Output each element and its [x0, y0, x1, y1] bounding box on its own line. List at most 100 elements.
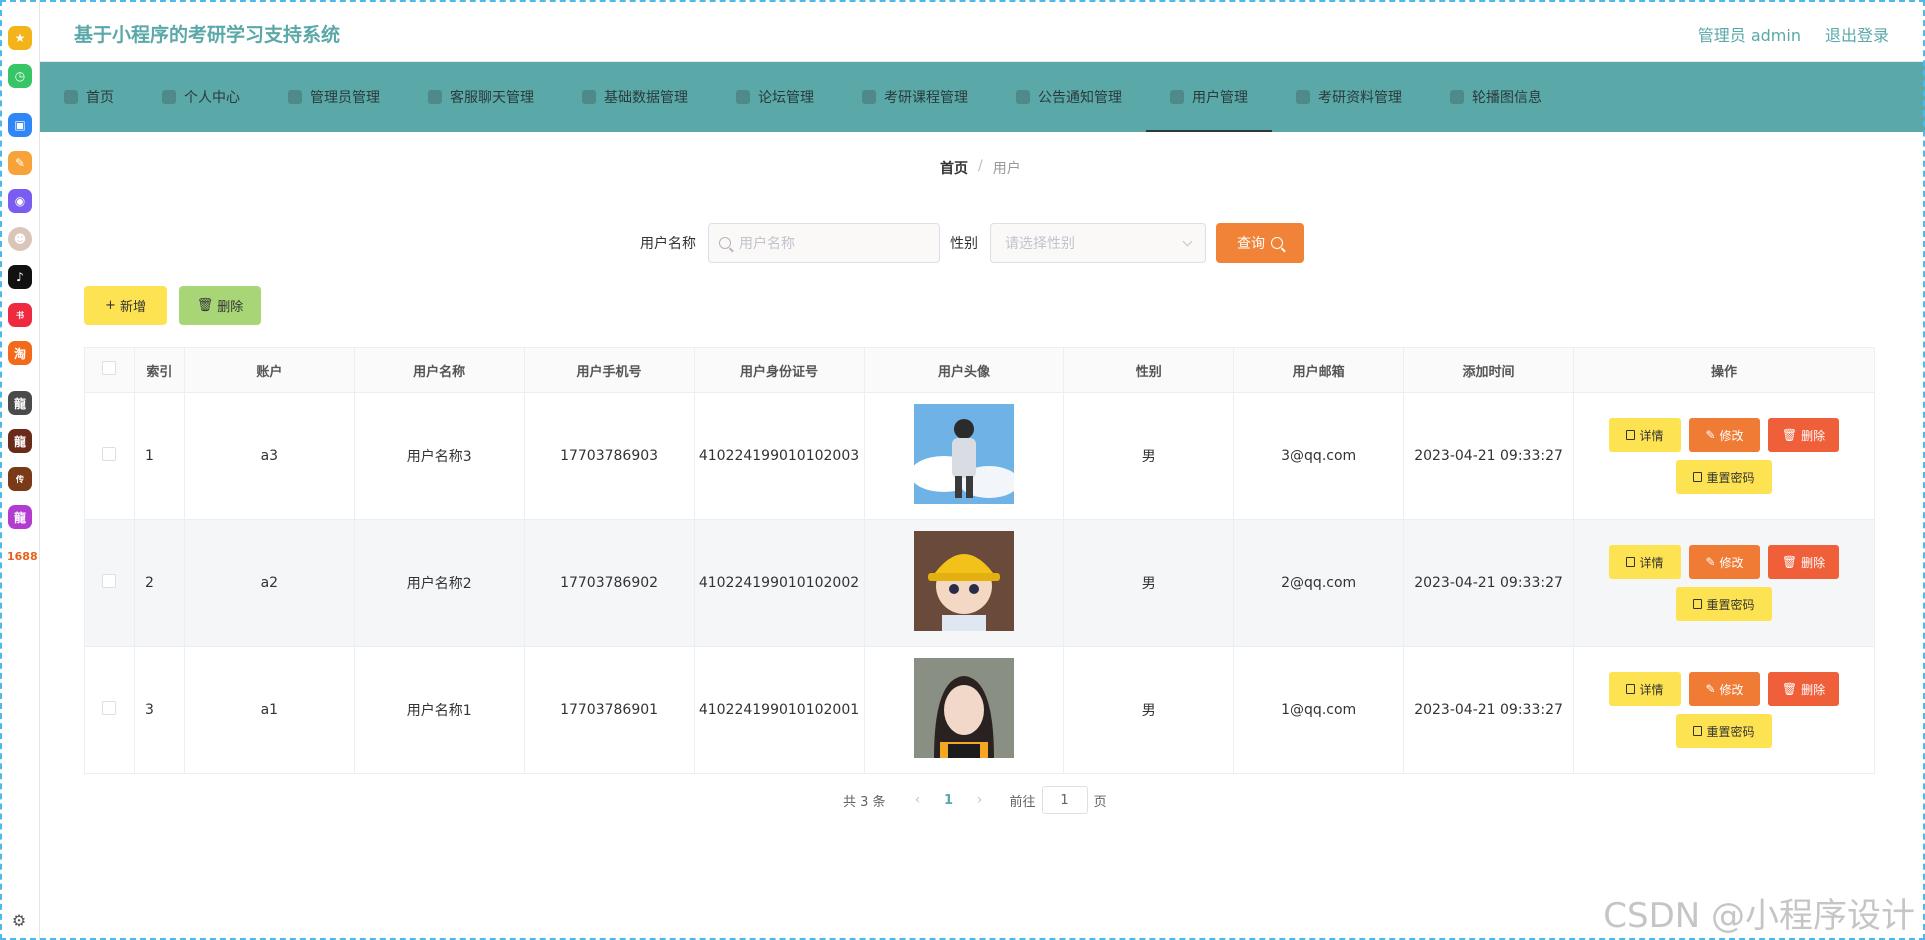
- col-avatar: 用户头像: [863, 347, 1065, 393]
- taobao-icon[interactable]: 淘: [8, 341, 32, 365]
- game-legend-icon[interactable]: 传: [8, 467, 32, 491]
- row-checkbox[interactable]: [102, 574, 117, 588]
- row-checkbox[interactable]: [102, 701, 117, 715]
- select-all-checkbox[interactable]: [102, 361, 117, 375]
- briefcase-icon[interactable]: ▣: [8, 113, 32, 137]
- nav-base-data[interactable]: 基础数据管理: [558, 62, 712, 132]
- trash-icon: 🗑: [1781, 682, 1798, 696]
- row-time: 2023-04-21 09:33:27: [1403, 392, 1574, 520]
- gender-label: 性别: [950, 236, 978, 252]
- reset-password-button[interactable]: 重置密码: [1676, 714, 1772, 748]
- game-dragon-icon[interactable]: 龍: [8, 391, 32, 415]
- game-sword-icon[interactable]: 龍: [8, 429, 32, 453]
- user-name-input[interactable]: 用户名称: [708, 223, 940, 263]
- gamepad-icon[interactable]: ◉: [8, 189, 32, 213]
- document-icon: [1693, 472, 1703, 482]
- nav-notice[interactable]: 公告通知管理: [992, 62, 1146, 132]
- next-page-icon[interactable]: ›: [968, 792, 992, 808]
- row-id-card: 410224199010102003: [693, 392, 865, 520]
- gear-icon[interactable]: ⚙: [10, 912, 28, 930]
- goto-page-input[interactable]: 1: [1041, 786, 1088, 814]
- row-account: a1: [183, 646, 355, 774]
- breadcrumb-separator: /: [978, 158, 983, 174]
- admin-icon: [288, 90, 302, 104]
- row-time: 2023-04-21 09:33:27: [1403, 519, 1574, 647]
- current-user: 管理员 admin: [1697, 26, 1801, 45]
- avatar-app-icon[interactable]: ☻: [8, 227, 32, 251]
- carousel-icon: [1450, 90, 1464, 104]
- users-icon: [1170, 90, 1184, 104]
- row-time: 2023-04-21 09:33:27: [1403, 646, 1574, 774]
- prev-page-icon[interactable]: ‹: [906, 792, 930, 808]
- row-email: 1@qq.com: [1233, 646, 1405, 774]
- edit-button[interactable]: ✎ 修改: [1689, 418, 1760, 452]
- page-number[interactable]: 1: [930, 793, 968, 808]
- row-account: a2: [183, 519, 355, 647]
- detail-button[interactable]: 详情: [1609, 418, 1681, 452]
- col-ops: 操作: [1573, 347, 1875, 393]
- nav-materials[interactable]: 考研资料管理: [1272, 62, 1426, 132]
- total-count: 共 3 条: [843, 794, 886, 810]
- document-icon: [1693, 599, 1703, 609]
- course-icon: [862, 90, 876, 104]
- row-index: 2: [133, 519, 185, 647]
- user-avatar[interactable]: [913, 404, 1014, 504]
- col-index: 索引: [133, 347, 185, 393]
- gender-placeholder: 请选择性别: [1005, 236, 1075, 252]
- nav-home[interactable]: 首页: [40, 62, 138, 132]
- nav-profile[interactable]: 个人中心: [138, 62, 264, 132]
- detail-button[interactable]: 详情: [1609, 672, 1681, 706]
- trash-icon: 🗑: [1781, 428, 1798, 442]
- reset-password-button[interactable]: 重置密码: [1676, 587, 1772, 621]
- game-color-icon[interactable]: 龍: [8, 505, 32, 529]
- clock-icon[interactable]: ◷: [8, 64, 32, 88]
- row-name: 用户名称2: [353, 519, 525, 647]
- edit-button[interactable]: ✎ 修改: [1689, 672, 1760, 706]
- query-button[interactable]: 查询: [1216, 223, 1304, 263]
- batch-delete-button[interactable]: 🗑 删除: [179, 286, 261, 325]
- delete-button[interactable]: 🗑 删除: [1768, 418, 1839, 452]
- pencil-icon: ✎: [1705, 428, 1716, 442]
- redbook-icon[interactable]: 书: [8, 303, 32, 327]
- user-avatar[interactable]: [913, 658, 1014, 758]
- document-icon: [1296, 90, 1310, 104]
- col-phone: 用户手机号: [523, 347, 695, 393]
- add-button[interactable]: + 新增: [84, 286, 167, 325]
- reset-password-button[interactable]: 重置密码: [1676, 460, 1772, 494]
- table-row: 2 a2 用户名称2 17703786902 41022419901010200…: [84, 519, 1875, 647]
- search-icon: [719, 237, 731, 249]
- delete-button[interactable]: 🗑 删除: [1768, 672, 1839, 706]
- document-icon: [1626, 557, 1636, 567]
- row-phone: 17703786901: [523, 646, 695, 774]
- row-id-card: 410224199010102001: [693, 646, 865, 774]
- row-checkbox[interactable]: [102, 447, 117, 461]
- main-nav: 首页 个人中心 管理员管理 客服聊天管理 基础数据管理 论坛管理 考研课程管理 …: [40, 62, 1925, 132]
- delete-button[interactable]: 🗑 删除: [1768, 545, 1839, 579]
- document-icon: [1626, 430, 1636, 440]
- nav-users[interactable]: 用户管理: [1146, 62, 1272, 132]
- row-email: 2@qq.com: [1233, 519, 1405, 647]
- tiktok-icon[interactable]: ♪: [8, 265, 32, 289]
- col-time: 添加时间: [1403, 347, 1574, 393]
- forum-icon: [736, 90, 750, 104]
- nav-forum[interactable]: 论坛管理: [712, 62, 838, 132]
- nav-carousel[interactable]: 轮播图信息: [1426, 62, 1566, 132]
- star-icon[interactable]: ★: [8, 26, 32, 50]
- user-avatar[interactable]: [913, 531, 1014, 631]
- col-gender: 性别: [1063, 347, 1235, 393]
- row-email: 3@qq.com: [1233, 392, 1405, 520]
- nav-course[interactable]: 考研课程管理: [838, 62, 992, 132]
- document-icon: [1626, 684, 1636, 694]
- page-unit: 页: [1093, 794, 1107, 810]
- nav-chat[interactable]: 客服聊天管理: [404, 62, 558, 132]
- detail-button[interactable]: 详情: [1609, 545, 1681, 579]
- gender-select[interactable]: 请选择性别: [990, 223, 1206, 263]
- edit-button[interactable]: ✎ 修改: [1689, 545, 1760, 579]
- logout-link[interactable]: 退出登录: [1825, 22, 1889, 46]
- tools-icon[interactable]: ✎: [8, 151, 32, 175]
- row-phone: 17703786902: [523, 519, 695, 647]
- nav-admin[interactable]: 管理员管理: [264, 62, 404, 132]
- app-1688-icon[interactable]: 1688: [7, 550, 38, 563]
- breadcrumb-home[interactable]: 首页: [940, 158, 968, 178]
- home-icon: [64, 90, 78, 104]
